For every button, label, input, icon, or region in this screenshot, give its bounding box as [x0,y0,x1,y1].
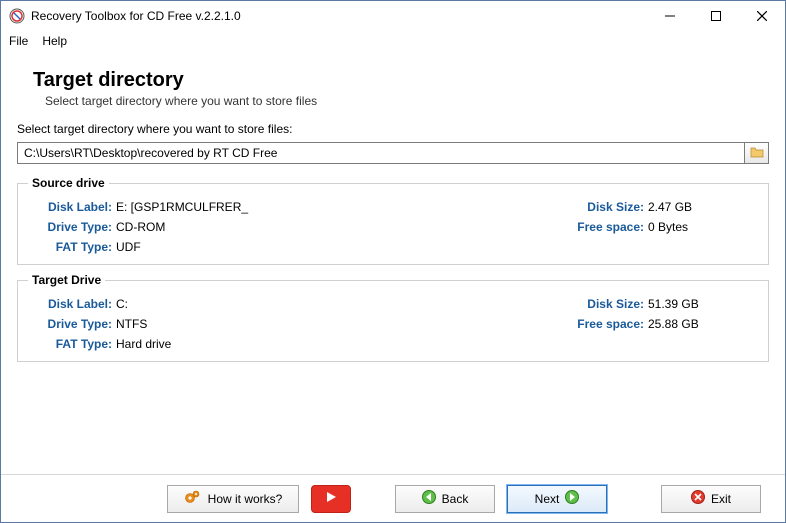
menu-help[interactable]: Help [42,34,67,48]
target-disk-size-v: 51.39 GB [648,297,758,311]
menubar: File Help [1,31,785,51]
next-label: Next [535,492,560,506]
folder-icon [750,146,764,161]
source-disk-size-v: 2.47 GB [648,200,758,214]
target-disk-size-k: Disk Size: [558,297,648,311]
source-fat-type-k: FAT Type: [34,240,116,254]
source-fat-type-v: UDF [116,240,558,254]
exit-label: Exit [711,492,731,506]
target-drive-group: Target Drive Disk Label: C: Disk Size: 5… [17,273,769,362]
source-free-space-v: 0 Bytes [648,220,758,234]
target-drive-type-v: NTFS [116,317,558,331]
page-subheading: Select target directory where you want t… [45,94,769,108]
source-drive-type-k: Drive Type: [34,220,116,234]
arrow-left-icon [422,490,436,507]
back-button[interactable]: Back [395,485,495,513]
source-disk-label-k: Disk Label: [34,200,116,214]
source-legend: Source drive [28,176,109,190]
target-disk-label-k: Disk Label: [34,297,116,311]
page-heading: Target directory [33,69,769,92]
gear-icon [184,489,202,508]
close-button[interactable] [739,1,785,31]
next-button[interactable]: Next [507,485,607,513]
target-fat-type-k: FAT Type: [34,337,116,351]
target-legend: Target Drive [28,273,105,287]
titlebar: Recovery Toolbox for CD Free v.2.2.1.0 [1,1,785,31]
browse-button[interactable] [745,142,769,164]
minimize-button[interactable] [647,1,693,31]
target-free-space-k: Free space: [558,317,648,331]
footer: How it works? Back Next Exit [1,474,785,522]
maximize-button[interactable] [693,1,739,31]
content-area: Target directory Select target directory… [1,51,785,362]
close-icon [691,490,705,507]
target-drive-type-k: Drive Type: [34,317,116,331]
path-prompt: Select target directory where you want t… [17,122,769,136]
target-path-input[interactable] [17,142,745,164]
target-fat-type-v: Hard drive [116,337,558,351]
source-drive-type-v: CD-ROM [116,220,558,234]
youtube-button[interactable] [311,485,351,513]
target-free-space-v: 25.88 GB [648,317,758,331]
source-drive-group: Source drive Disk Label: E: [GSP1RMCULFR… [17,176,769,265]
exit-button[interactable]: Exit [661,485,761,513]
target-disk-label-v: C: [116,297,558,311]
arrow-right-icon [565,490,579,507]
path-row [17,142,769,164]
source-free-space-k: Free space: [558,220,648,234]
window-title: Recovery Toolbox for CD Free v.2.2.1.0 [31,9,241,23]
window-controls [647,1,785,31]
how-it-works-label: How it works? [208,492,283,506]
play-icon [325,491,337,506]
back-label: Back [442,492,469,506]
app-icon [9,8,25,24]
source-disk-size-k: Disk Size: [558,200,648,214]
source-disk-label-v: E: [GSP1RMCULFRER_ [116,200,558,214]
how-it-works-button[interactable]: How it works? [167,485,299,513]
menu-file[interactable]: File [9,34,28,48]
